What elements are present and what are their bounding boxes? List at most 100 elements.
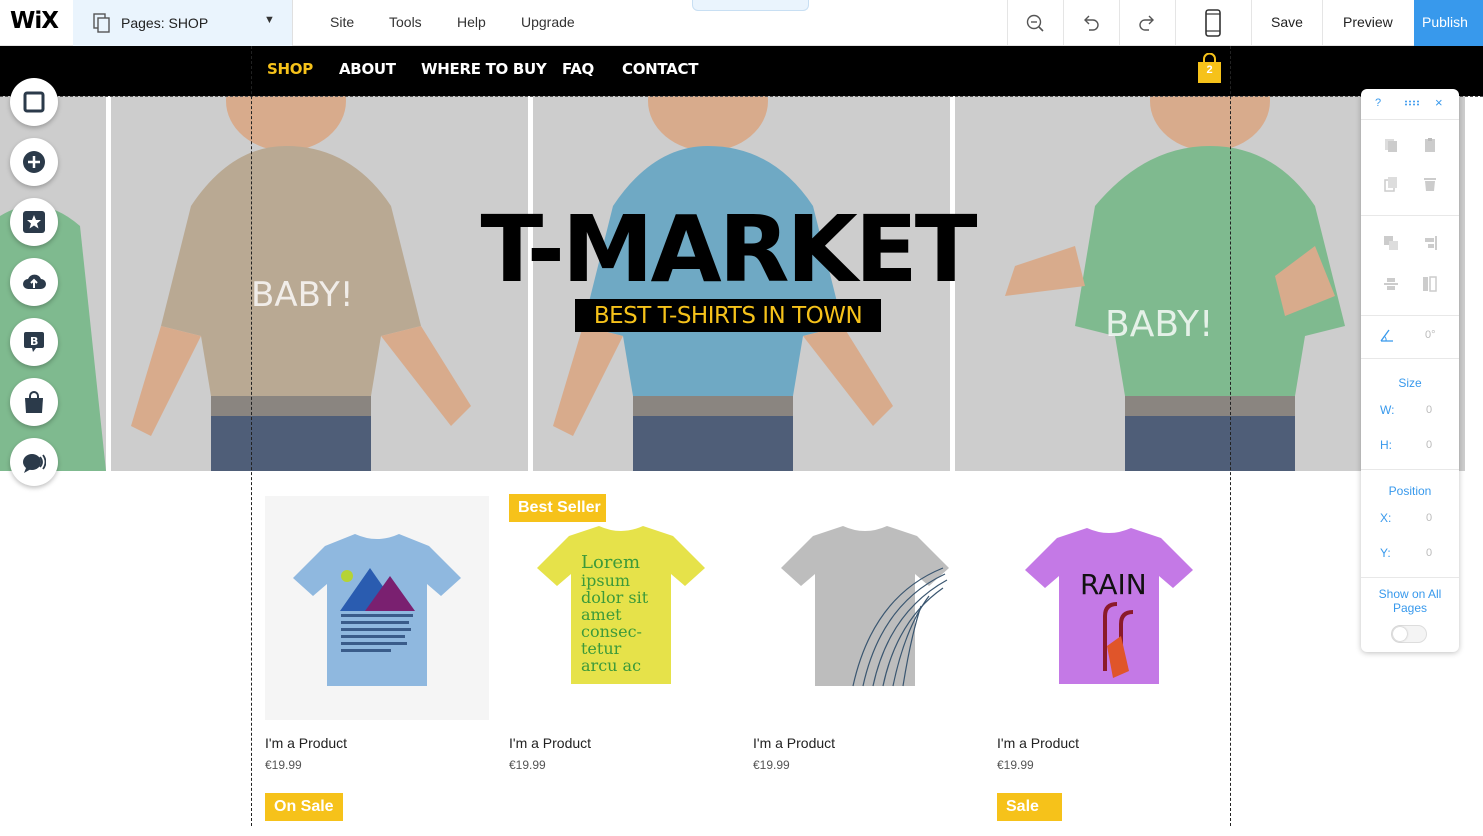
ribbon-on-sale[interactable]: On Sale: [265, 793, 343, 821]
nav-contact[interactable]: CONTACT: [622, 60, 698, 78]
svg-text:BABY!: BABY!: [251, 275, 353, 315]
cart-count: 2: [1206, 64, 1213, 76]
product-price: €19.99: [753, 758, 790, 772]
divider: [1361, 315, 1459, 316]
wix-logo[interactable]: WiX: [10, 8, 59, 34]
blog-icon: B: [24, 332, 44, 352]
menu-help[interactable]: Help: [457, 14, 486, 30]
drag-handle-icon[interactable]: [1404, 100, 1420, 106]
toggle-knob: [1393, 627, 1407, 641]
nav-where-to-buy[interactable]: WHERE TO BUY: [421, 60, 547, 78]
store-icon: [25, 391, 43, 413]
show-on-all-pages-toggle[interactable]: [1391, 625, 1427, 643]
background-icon: [23, 91, 45, 113]
show-on-all-pages-label: Show on All Pages: [1378, 587, 1442, 615]
publish-button[interactable]: Publish: [1414, 0, 1483, 46]
product-name[interactable]: I'm a Product: [509, 735, 591, 751]
width-value[interactable]: 0: [1426, 404, 1432, 416]
divider: [1119, 0, 1120, 46]
hero-title[interactable]: T-MARKET: [455, 204, 1000, 296]
product-price: €19.99: [265, 758, 302, 772]
divider: [1322, 0, 1323, 46]
preview-button[interactable]: Preview: [1343, 14, 1393, 30]
distribute-icon[interactable]: [1383, 276, 1399, 292]
left-grid-guide: [251, 46, 252, 826]
divider: [1361, 119, 1459, 120]
rotate-icon[interactable]: [1379, 327, 1395, 343]
mobile-view-icon[interactable]: [1204, 9, 1222, 37]
align-icon[interactable]: [1422, 235, 1438, 251]
pages-dropdown[interactable]: Pages: SHOP ▼: [73, 0, 293, 46]
pages-icon: [93, 13, 110, 33]
undo-icon[interactable]: [1081, 13, 1101, 33]
zoom-out-icon[interactable]: [1025, 13, 1045, 33]
product-name[interactable]: I'm a Product: [265, 735, 347, 751]
hero-strip: BABY! BABY! T-MARKET BEST T-SHIRTS IN TO…: [0, 96, 1483, 471]
svg-text:Lorem: Lorem: [581, 552, 640, 573]
copy-icon[interactable]: [1383, 137, 1399, 153]
collapse-topbar-tab[interactable]: ⌃: [692, 0, 809, 11]
nav-about[interactable]: ABOUT: [339, 60, 396, 78]
x-value[interactable]: 0: [1426, 512, 1432, 524]
svg-text:arcu ac: arcu ac: [581, 656, 641, 675]
ribbon-label: On Sale: [274, 798, 334, 815]
divider: [1007, 0, 1008, 46]
divider: [1361, 469, 1459, 470]
site-navigation-bar: SHOP ABOUT WHERE TO BUY FAQ CONTACT 2: [0, 46, 1483, 96]
position-label: Position: [1388, 484, 1432, 498]
close-icon[interactable]: ×: [1435, 95, 1443, 110]
menu-site[interactable]: Site: [330, 14, 354, 30]
paste-icon[interactable]: [1422, 137, 1438, 153]
nav-faq[interactable]: FAQ: [562, 60, 594, 78]
nav-shop[interactable]: SHOP: [267, 60, 313, 78]
x-key: X:: [1380, 511, 1392, 525]
width-key: W:: [1380, 403, 1395, 417]
pages-current-label: Pages: SHOP: [121, 15, 209, 31]
ribbon-sale[interactable]: Sale: [997, 793, 1062, 821]
add-button[interactable]: [10, 138, 58, 186]
height-value[interactable]: 0: [1426, 439, 1432, 451]
product-image[interactable]: [753, 496, 977, 720]
delete-icon[interactable]: [1422, 176, 1438, 192]
chat-button[interactable]: [10, 438, 58, 486]
upload-icon: [23, 274, 46, 289]
add-icon: [23, 151, 45, 173]
redo-icon[interactable]: [1137, 13, 1157, 33]
product-image[interactable]: [265, 496, 489, 720]
y-key: Y:: [1380, 546, 1391, 560]
svg-text:BABY!: BABY!: [1105, 304, 1213, 345]
chat-icon: [23, 454, 46, 473]
chevron-down-icon: ▼: [264, 14, 275, 26]
match-size-icon[interactable]: [1422, 276, 1438, 292]
background-button[interactable]: [10, 78, 58, 126]
menu-upgrade[interactable]: Upgrade: [521, 14, 575, 30]
help-button[interactable]: ?: [1375, 97, 1381, 109]
divider: [1175, 0, 1176, 46]
rotation-value[interactable]: 0°: [1425, 329, 1436, 341]
svg-text:RAIN: RAIN: [1080, 568, 1147, 601]
app-market-button[interactable]: [10, 198, 58, 246]
menu-tools[interactable]: Tools: [389, 14, 422, 30]
product-image[interactable]: Lorem ipsum dolor sit amet consec- tetur…: [509, 496, 733, 720]
right-grid-guide: [1230, 46, 1231, 826]
y-value[interactable]: 0: [1426, 547, 1432, 559]
duplicate-icon[interactable]: [1383, 176, 1399, 192]
save-button[interactable]: Save: [1271, 14, 1303, 30]
product-name[interactable]: I'm a Product: [997, 735, 1079, 751]
ribbon-label: Sale: [1006, 798, 1039, 815]
store-button[interactable]: [10, 378, 58, 426]
editor-top-bar: WiX Pages: SHOP ▼ Site Tools Help Upgrad…: [0, 0, 1483, 46]
divider: [1361, 577, 1459, 578]
ribbon-label: Best Seller: [518, 499, 601, 516]
arrange-icon[interactable]: [1383, 235, 1399, 251]
inspector-panel: ? × 0° Size W: 0 H: 0 Position X: 0 Y: 0…: [1361, 89, 1459, 652]
divider: [1063, 0, 1064, 46]
ribbon-best-seller[interactable]: Best Seller: [509, 494, 606, 522]
upload-button[interactable]: [10, 258, 58, 306]
blog-button[interactable]: B: [10, 318, 58, 366]
hero-subtitle-box[interactable]: BEST T-SHIRTS IN TOWN: [575, 299, 881, 332]
product-image[interactable]: RAIN: [997, 496, 1221, 720]
divider: [1361, 215, 1459, 216]
product-name[interactable]: I'm a Product: [753, 735, 835, 751]
cart-button[interactable]: 2: [1197, 53, 1222, 83]
